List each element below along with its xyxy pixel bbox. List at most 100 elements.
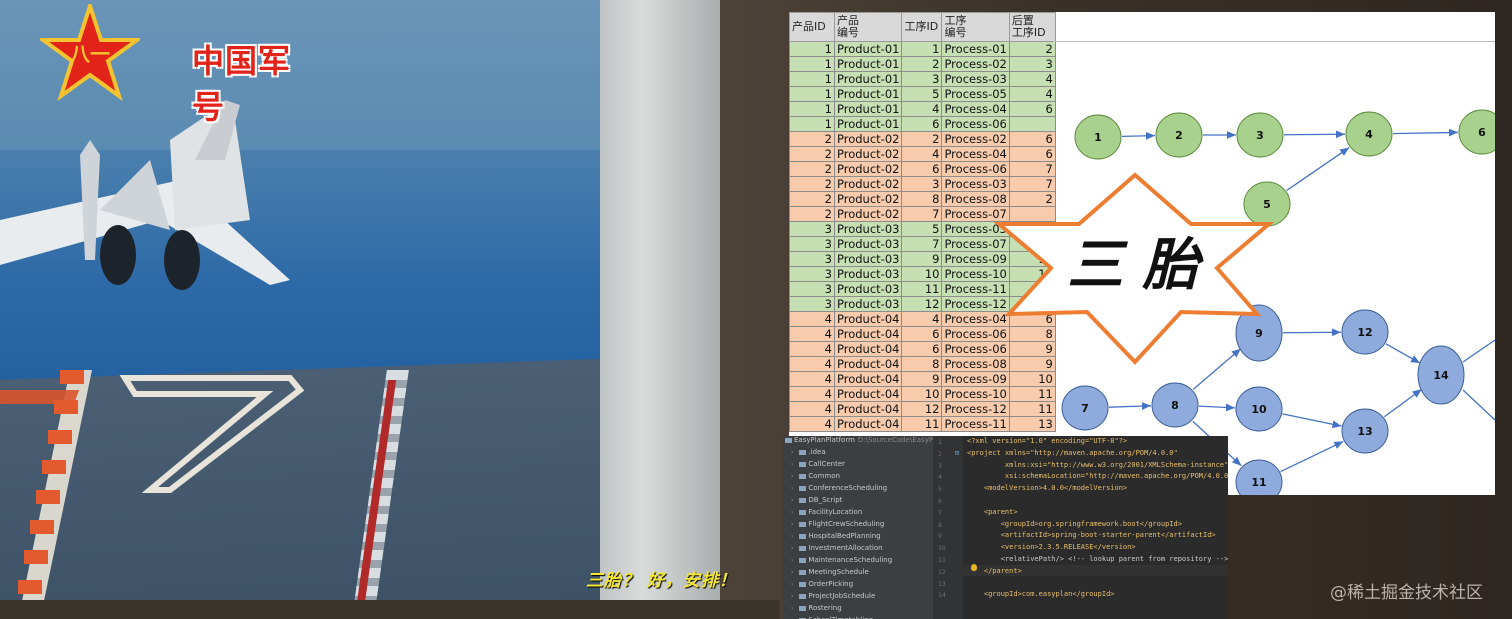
project-tree-item[interactable]: › .idea [791,448,826,456]
graph-edge [1282,413,1342,429]
graph-node: 13 [1341,408,1389,454]
folder-icon [799,509,807,515]
graph-node: 8 [1151,382,1199,428]
graph-node-label: 10 [1251,403,1267,416]
project-tree-item[interactable]: › OrderPicking [791,580,853,588]
maven-gutter-icon[interactable]: m [955,449,959,457]
bottom-bar [0,600,780,619]
graph-edge [1462,389,1495,421]
graph-node-label: 12 [1357,326,1372,339]
line-number: 11 [938,556,946,564]
code-line[interactable]: <?xml version="1.0" encoding="UTF-8"?> [967,437,1127,445]
logo-text: 中国军号 [192,42,292,126]
graph-node: 1 [1074,114,1122,160]
wall-panel [600,0,720,619]
code-line[interactable]: <relativePath/> <!-- lookup parent from … [967,555,1228,563]
graph-edge [1283,130,1346,139]
folder-icon [799,521,807,527]
line-number: 14 [938,591,946,600]
project-tree-item[interactable]: › FlightCrewScheduling [791,520,884,528]
intention-bulb-icon[interactable] [971,564,977,571]
code-line[interactable]: <modelVersion>4.0.0</modelVersion> [967,484,1127,492]
graph-node-label: 4 [1365,128,1373,141]
chevron-right-icon: › [791,545,794,552]
folder-icon [799,569,807,575]
graph-node-label: 3 [1256,129,1264,142]
graph-edge [1286,147,1350,191]
line-number: 3 [938,461,942,470]
chevron-right-icon: › [791,485,794,492]
project-tree-item[interactable]: › InvestmentAllocation [791,544,883,552]
code-line[interactable]: xmlns:xsi="http://www.w3.org/2001/XMLSch… [967,461,1228,469]
process-graph: 1 2 3 4567 891011121314 三 胎 [993,109,1495,495]
line-number: 12 [938,567,946,576]
folder-icon [799,581,807,587]
video-subtitle: 三胎？ 好，安排！ [586,571,737,591]
code-line[interactable]: <artifactId>spring-boot-starter-parent</… [967,531,1216,539]
chevron-right-icon: › [791,497,794,504]
graph-node: 14 [1417,345,1465,405]
graph-edge [1198,403,1236,412]
ide-window: EasyPlanPlatform D:\SourceCode\EasyP › .ide… [783,436,1228,619]
project-tree-item[interactable]: › ProjectJobSchedule [791,592,875,600]
project-root[interactable]: EasyPlanPlatform D:\SourceCode\EasyP [785,436,933,444]
chevron-right-icon: › [791,533,794,540]
project-tree-item[interactable]: › DB_Script [791,496,842,504]
line-number: 1 [938,438,942,446]
project-tree-item[interactable]: › Common [791,472,840,480]
graph-node: 2 [1155,112,1203,158]
graph-node-label: 8 [1171,399,1179,412]
code-line[interactable]: <groupId>com.easyplan</groupId> [967,590,1115,598]
banner-text: 三 胎 [1067,232,1203,298]
folder-icon [799,545,807,551]
folder-icon [799,449,807,455]
project-tree: EasyPlanPlatform D:\SourceCode\EasyP › .ide… [783,436,933,619]
graph-edge [1280,440,1344,473]
graph-edge [1192,348,1242,390]
graph-node-label: 2 [1175,129,1183,142]
folder-icon [799,533,807,539]
code-line[interactable]: <project xmlns="http://maven.apache.org/… [967,449,1178,457]
graph-edge [1282,328,1342,337]
folder-icon [799,593,807,599]
graph-node: 5 [1243,181,1291,227]
graph-node-label: 9 [1255,327,1263,340]
graph-node: 6 [1458,109,1495,155]
project-tree-item[interactable]: › Rostering [791,604,842,612]
line-number: 7 [938,508,942,517]
graph-node: 10 [1235,386,1283,432]
project-tree-item[interactable]: › ConferenceScheduling [791,484,887,492]
graph-node-label: 6 [1478,126,1486,139]
project-tree-item[interactable]: › FacilityLocation [791,508,862,516]
chevron-right-icon: › [791,581,794,588]
code-line[interactable]: <parent> [967,508,1018,516]
folder-icon [799,473,807,479]
line-number: 6 [938,497,942,505]
code-line[interactable]: xsi:schemaLocation="http://maven.apache.… [967,472,1228,480]
project-tree-item[interactable]: › HospitalBedPlanning [791,532,881,540]
line-number: 8 [938,520,942,529]
emblem-char: 八一 [70,42,110,66]
folder-icon [799,497,807,503]
code-line[interactable]: <groupId>org.springframework.boot</group… [967,520,1182,528]
folder-icon [799,485,807,491]
project-tree-item[interactable]: › MeetingSchedule [791,568,869,576]
chevron-right-icon: › [791,521,794,528]
project-tree-item[interactable]: › CallCenter [791,460,845,468]
graph-node: 11 [1235,459,1283,495]
graph-node: 12 [1341,309,1389,355]
graph-node-label: 1 [1094,131,1102,144]
folder-icon [785,437,792,443]
red-star-emblem-icon: 八一 [36,0,144,102]
graph-edge [1392,128,1459,137]
graph-edge [1108,402,1152,411]
code-line[interactable]: <version>2.3.5.RELEASE</version> [967,543,1136,551]
chevron-right-icon: › [791,569,794,576]
chevron-right-icon: › [791,461,794,468]
line-number: 13 [938,579,946,588]
graph-node: 7 [1061,385,1109,431]
graph-edge [1385,343,1421,364]
graph-node: 3 [1236,112,1284,158]
project-tree-item[interactable]: › MaintenanceScheduling [791,556,892,564]
line-number: 4 [938,473,942,482]
